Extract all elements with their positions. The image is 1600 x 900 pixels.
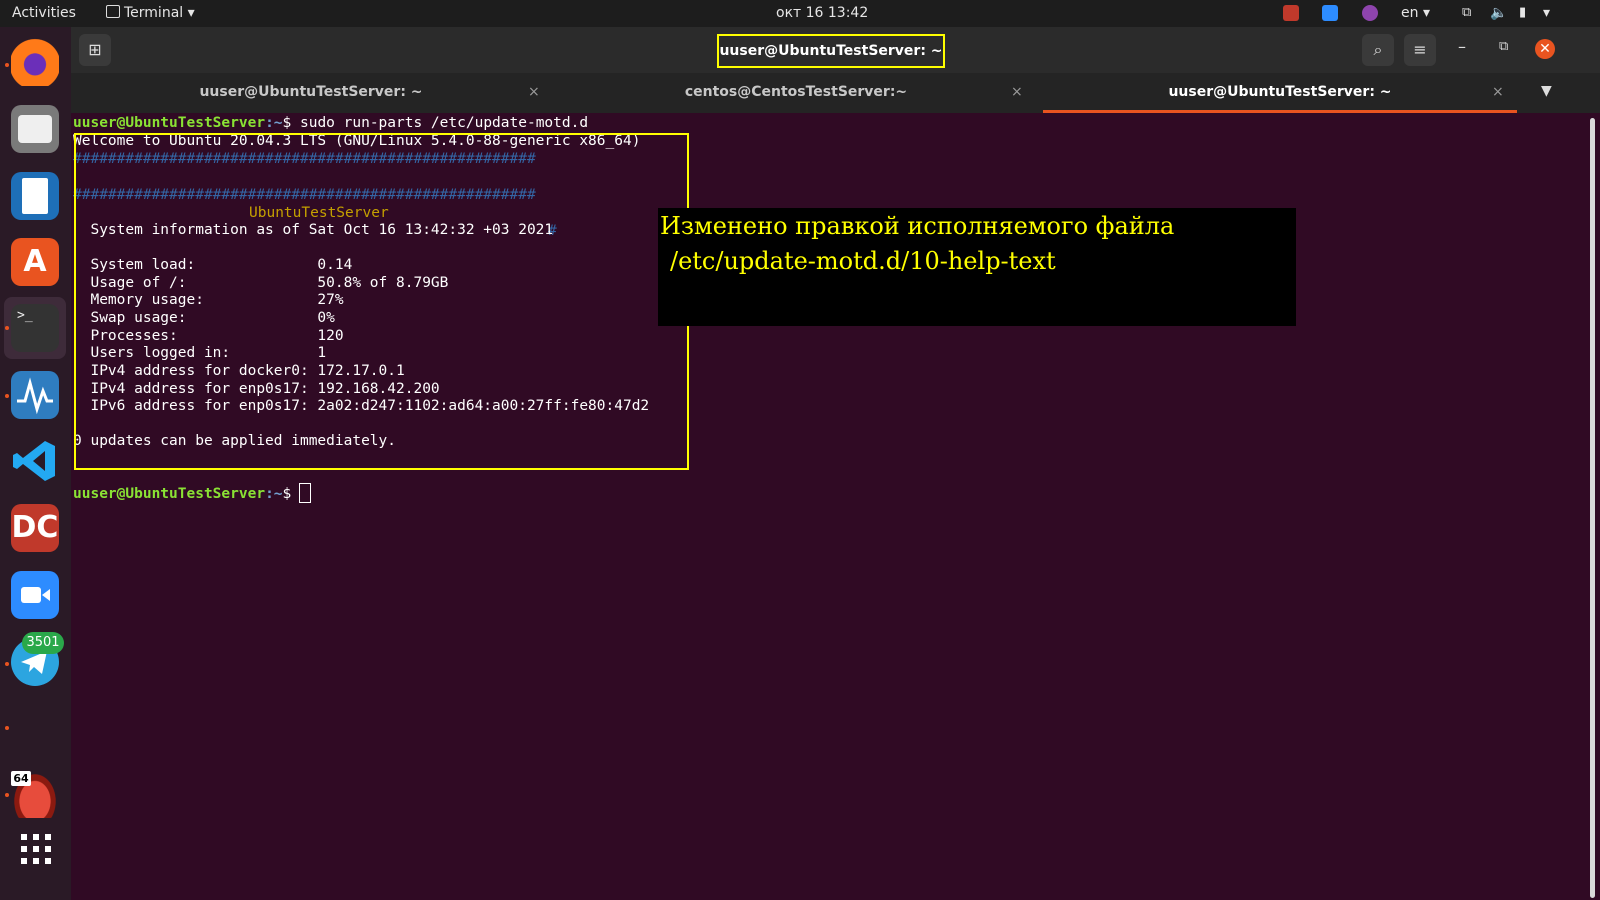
app-menu-label: Terminal (124, 5, 184, 21)
running-indicator (5, 326, 9, 330)
activities-button[interactable]: Activities (12, 5, 76, 21)
restore-button[interactable]: ⧉ (1499, 39, 1508, 54)
tab-label: centos@CentosTestServer:~ (684, 84, 908, 100)
window-title: uuser@UbuntuTestServer: ~ (717, 34, 945, 68)
firefox-icon[interactable] (11, 38, 59, 86)
writer-icon[interactable] (11, 172, 59, 220)
telegram-badge: 3501 (22, 632, 64, 654)
minimize-button[interactable]: – (1458, 37, 1466, 56)
language-label: en (1401, 5, 1419, 21)
running-indicator (5, 63, 9, 67)
system-monitor-icon[interactable] (11, 371, 59, 419)
prompt-user: uuser@UbuntuTestServer (73, 486, 266, 502)
volume-icon[interactable]: 🔈 (1490, 5, 1507, 21)
prompt-symbol: $ (282, 486, 292, 502)
prompt-line: uuser@UbuntuTestServer:~$ (73, 485, 291, 503)
vscode-icon[interactable] (11, 437, 59, 485)
tab-centos[interactable]: centos@CentosTestServer:~ × (551, 73, 1041, 113)
system-menu-chevron-icon[interactable]: ▾ (1543, 5, 1550, 21)
screen-recorder-icon[interactable] (1283, 5, 1299, 21)
hamburger-icon: ≡ (1413, 40, 1427, 59)
new-tab-button[interactable]: ⊞ (79, 34, 111, 66)
top-bar: Activities Terminal ▾ окт 16 13:42 en ▾ … (0, 0, 1600, 27)
motd-highlight-box (74, 133, 689, 470)
terminal-app-menu[interactable]: Terminal ▾ (106, 5, 195, 21)
tabs-overflow-chevron-icon[interactable]: ▼ (1541, 83, 1552, 99)
search-icon: ⌕ (1373, 40, 1383, 59)
language-indicator[interactable]: en ▾ (1401, 5, 1430, 21)
dock: A >_ DC 3501 64 (0, 27, 71, 900)
scrollbar[interactable] (1590, 118, 1595, 898)
zoom-icon[interactable] (11, 571, 59, 619)
dc-app-icon[interactable]: DC (11, 504, 59, 552)
prompt-path: :~ (265, 486, 283, 502)
chevron-down-icon: ▾ (187, 5, 195, 21)
running-indicator (5, 793, 9, 797)
app-tray-icon[interactable] (1362, 5, 1378, 21)
command-text: $ sudo run-parts /etc/update-motd.d (282, 115, 589, 131)
tab-close-icon[interactable]: × (1492, 73, 1504, 111)
tab-label: uuser@UbuntuTestServer: ~ (199, 84, 423, 100)
network-icon[interactable]: ⧉ (1462, 5, 1471, 20)
running-indicator (5, 726, 9, 730)
prompt-line: uuser@UbuntuTestServer:~$ sudo run-parts… (73, 114, 588, 132)
show-applications-icon[interactable] (19, 832, 53, 870)
annotation-box: Изменено правкой исполняемого файла /etc… (658, 208, 1296, 326)
tab-label: uuser@UbuntuTestServer: ~ (1168, 84, 1392, 100)
text-cursor (299, 483, 311, 503)
tab-ubuntu-active[interactable]: uuser@UbuntuTestServer: ~ × (1043, 73, 1517, 113)
zoom-tray-icon[interactable] (1322, 5, 1338, 21)
clock[interactable]: окт 16 13:42 (776, 5, 868, 21)
app-badge-64: 64 (11, 771, 31, 786)
search-button[interactable]: ⌕ (1362, 34, 1394, 66)
tab-close-icon[interactable]: × (1011, 73, 1023, 111)
menu-button[interactable]: ≡ (1404, 34, 1436, 66)
files-icon[interactable] (11, 105, 59, 153)
new-tab-icon: ⊞ (88, 40, 102, 59)
annotation-line-1: Изменено правкой исполняемого файла (660, 212, 1175, 240)
terminal-icon[interactable]: >_ (11, 304, 59, 352)
battery-icon[interactable]: ▮ (1519, 5, 1526, 20)
close-window-button[interactable]: ✕ (1535, 39, 1555, 59)
tab-ubuntu-1[interactable]: uuser@UbuntuTestServer: ~ × (71, 73, 551, 113)
terminal-small-icon (106, 5, 120, 18)
running-indicator (5, 394, 9, 398)
software-center-icon[interactable]: A (11, 238, 59, 286)
running-indicator (5, 662, 9, 666)
tab-close-icon[interactable]: × (528, 73, 540, 111)
tab-bar: uuser@UbuntuTestServer: ~ × centos@Cento… (71, 73, 1600, 113)
terminal-header-bar: ⊞ uuser@UbuntuTestServer: ~ ⌕ ≡ – ⧉ ✕ (71, 27, 1600, 73)
prompt-user: uuser@UbuntuTestServer (73, 115, 266, 131)
prompt-path: :~ (265, 115, 283, 131)
annotation-line-2: /etc/update-motd.d/10-help-text (670, 247, 1056, 275)
